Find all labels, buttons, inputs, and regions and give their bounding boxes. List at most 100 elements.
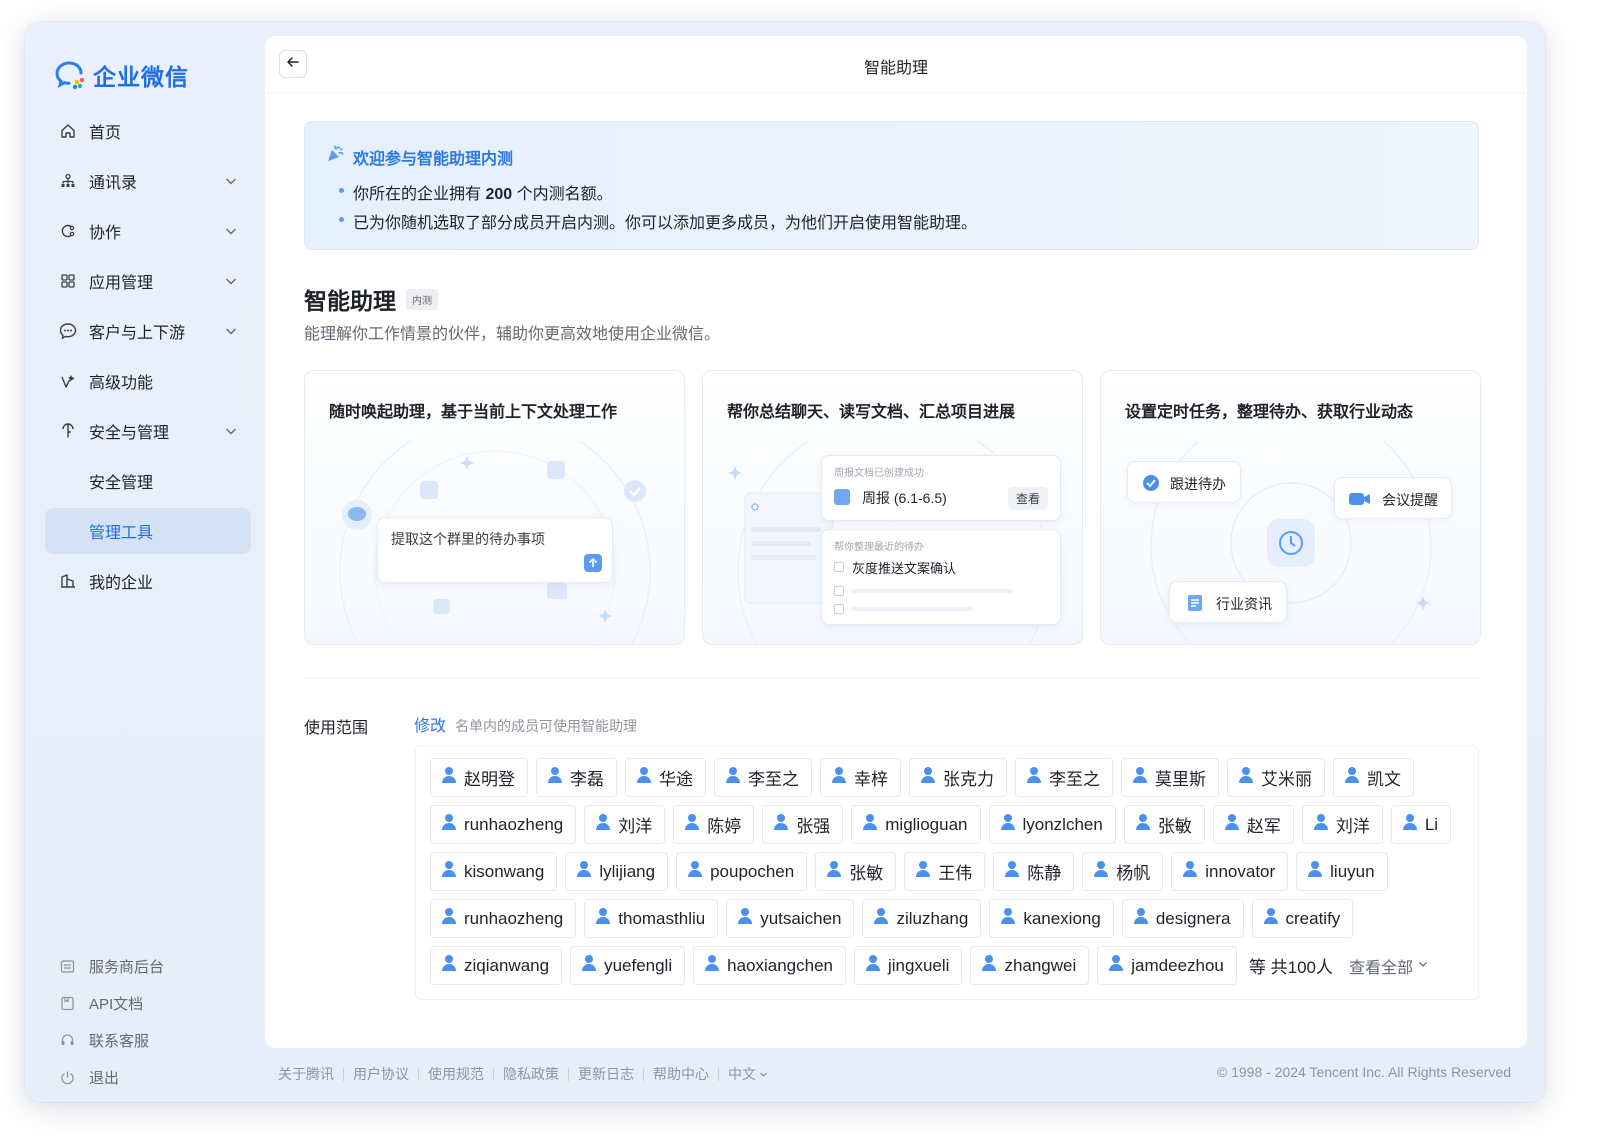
person-icon: [441, 860, 457, 883]
sidebar-item-admin-tools[interactable]: 管理工具: [45, 508, 251, 554]
member-tag[interactable]: designera: [1121, 899, 1244, 938]
sidebar-item-contacts[interactable]: 通讯录: [45, 158, 251, 204]
footer-link[interactable]: 中文: [728, 1064, 756, 1084]
wecom-logo-icon: [55, 60, 87, 90]
member-tag[interactable]: ziluzhang: [862, 899, 982, 938]
footer-link[interactable]: 关于腾讯: [278, 1064, 334, 1084]
member-tag[interactable]: 张克力: [909, 758, 1007, 797]
member-tag[interactable]: liuyun: [1296, 852, 1388, 891]
sidebar-item-apps[interactable]: 应用管理: [45, 258, 251, 304]
member-name: miglioguan: [885, 814, 968, 834]
member-row: kisonwang lylijiang poupochen 张敏 王伟 陈静 杨帆 innov…: [430, 852, 1388, 891]
person-icon: [636, 766, 652, 789]
card-illustration: 跟进待办 会议提醒 行业资讯: [1101, 441, 1480, 644]
member-tag[interactable]: haoxiangchen: [693, 946, 846, 985]
sidebar-item-home[interactable]: 首页: [45, 108, 251, 154]
member-name: yuefengli: [604, 955, 673, 975]
member-tag[interactable]: 张强: [762, 805, 844, 844]
member-tag[interactable]: zhangwei: [970, 946, 1090, 985]
member-tag[interactable]: 艾米丽: [1227, 758, 1325, 797]
member-tag[interactable]: Li: [1390, 805, 1452, 844]
member-tag[interactable]: ziqianwang: [430, 946, 563, 985]
doc-view-button[interactable]: 查看: [1007, 487, 1048, 510]
logout-link[interactable]: 退出: [59, 1059, 164, 1096]
chevron-down-icon: [759, 1066, 768, 1082]
copyright: © 1998 - 2024 Tencent Inc. All Rights Re…: [1216, 1064, 1511, 1080]
person-icon: [915, 860, 931, 883]
person-icon: [1238, 766, 1254, 789]
member-tag[interactable]: jamdeezhou: [1097, 946, 1237, 985]
sidebar-item-collab[interactable]: 协作: [45, 208, 251, 254]
footer-link[interactable]: 帮助中心: [653, 1064, 709, 1084]
member-tag[interactable]: thomasthliu: [584, 899, 719, 938]
member-tag[interactable]: 李至之: [1015, 758, 1113, 797]
member-tag[interactable]: kanexiong: [989, 899, 1114, 938]
member-tag[interactable]: 杨帆: [1082, 852, 1164, 891]
sidebar-item-my-company[interactable]: 我的企业: [45, 558, 251, 604]
member-tag[interactable]: lylijiang: [565, 852, 669, 891]
scope-edit-link[interactable]: 修改: [414, 712, 446, 736]
member-tag[interactable]: jingxueli: [854, 946, 963, 985]
sidebar-item-label: 安全管理: [89, 475, 154, 492]
member-tag[interactable]: yuefengli: [570, 946, 686, 985]
member-tag[interactable]: 陈静: [993, 852, 1075, 891]
footer-link[interactable]: 隐私政策: [503, 1064, 559, 1084]
footer-link[interactable]: 用户协议: [353, 1064, 409, 1084]
banner-title-text: 欢迎参与智能助理内测: [353, 150, 514, 168]
member-name: runhaozheng: [464, 814, 564, 834]
banner-line-quota: 你所在的企业拥有 200 个内测名额。: [339, 180, 613, 204]
contact-support-link[interactable]: 联系客服: [59, 1022, 164, 1059]
member-tag[interactable]: 赵军: [1212, 805, 1294, 844]
video-camera-icon: [1349, 493, 1370, 505]
member-tag[interactable]: 幸梓: [820, 758, 901, 797]
chevron-down-icon: [223, 323, 239, 339]
sidebar-item-security[interactable]: 安全与管理: [45, 408, 251, 454]
member-tag[interactable]: 凯文: [1333, 758, 1414, 797]
member-tag[interactable]: 陈婷: [673, 805, 755, 844]
member-tag[interactable]: lyonzlchen: [988, 805, 1116, 844]
footer-links: 关于腾讯 用户协议 使用规范 隐私政策 更新日志 帮助中心 中文: [278, 1064, 768, 1084]
footer-link[interactable]: 使用规范: [428, 1064, 484, 1084]
member-tag[interactable]: 王伟: [904, 852, 986, 891]
member-tag[interactable]: 张敏: [1123, 805, 1205, 844]
member-tag[interactable]: runhaozheng: [430, 899, 577, 938]
org-chart-icon: [59, 172, 77, 190]
doc-icon: [59, 996, 75, 1012]
person-icon: [547, 766, 563, 789]
member-row: 赵明登 李磊 华途 李至之 幸梓 张克力 李至之 莫里斯 艾米丽 凯文: [430, 758, 1414, 797]
member-tag[interactable]: 李磊: [536, 758, 617, 797]
member-tag[interactable]: 赵明登: [430, 758, 528, 797]
view-all-link[interactable]: 查看全部: [1349, 954, 1429, 978]
footer-separator: [493, 1067, 494, 1081]
footer-link[interactable]: 更新日志: [578, 1064, 634, 1084]
member-tag[interactable]: 刘洋: [1301, 805, 1383, 844]
member-tag[interactable]: yutsaichen: [726, 899, 855, 938]
api-doc-link[interactable]: API文档: [59, 985, 164, 1022]
service-provider-link[interactable]: 服务商后台: [59, 948, 164, 985]
member-tag[interactable]: 华途: [625, 758, 706, 797]
member-tag[interactable]: 莫里斯: [1121, 758, 1219, 797]
member-tag[interactable]: 张敏: [815, 852, 897, 891]
section-title: 智能助理: [304, 288, 396, 314]
sidebar-item-label: 高级功能: [89, 375, 154, 392]
sidebar-item-advanced[interactable]: 高级功能: [45, 358, 251, 404]
member-name: 杨帆: [1116, 864, 1151, 883]
sidebar-item-security-management[interactable]: 安全管理: [45, 458, 251, 504]
card-illustration: 提取这个群里的待办事项: [305, 441, 684, 644]
power-icon: [59, 1070, 75, 1086]
member-tag[interactable]: runhaozheng: [430, 805, 577, 844]
sidebar-item-customers[interactable]: 客户与上下游: [45, 308, 251, 354]
top-bar: 智能助理: [265, 36, 1527, 93]
member-tag[interactable]: miglioguan: [851, 805, 981, 844]
member-name: 王伟: [938, 864, 973, 883]
chevron-down-icon: [1417, 957, 1429, 975]
member-tag[interactable]: 李至之: [714, 758, 812, 797]
person-icon: [704, 954, 720, 977]
member-tag[interactable]: 刘洋: [584, 805, 666, 844]
member-tag[interactable]: kisonwang: [430, 852, 558, 891]
member-tag[interactable]: innovator: [1171, 852, 1289, 891]
person-icon: [1263, 907, 1279, 930]
member-tag[interactable]: poupochen: [676, 852, 808, 891]
member-tag[interactable]: creatify: [1251, 899, 1354, 938]
send-arrow-icon: [584, 554, 602, 572]
